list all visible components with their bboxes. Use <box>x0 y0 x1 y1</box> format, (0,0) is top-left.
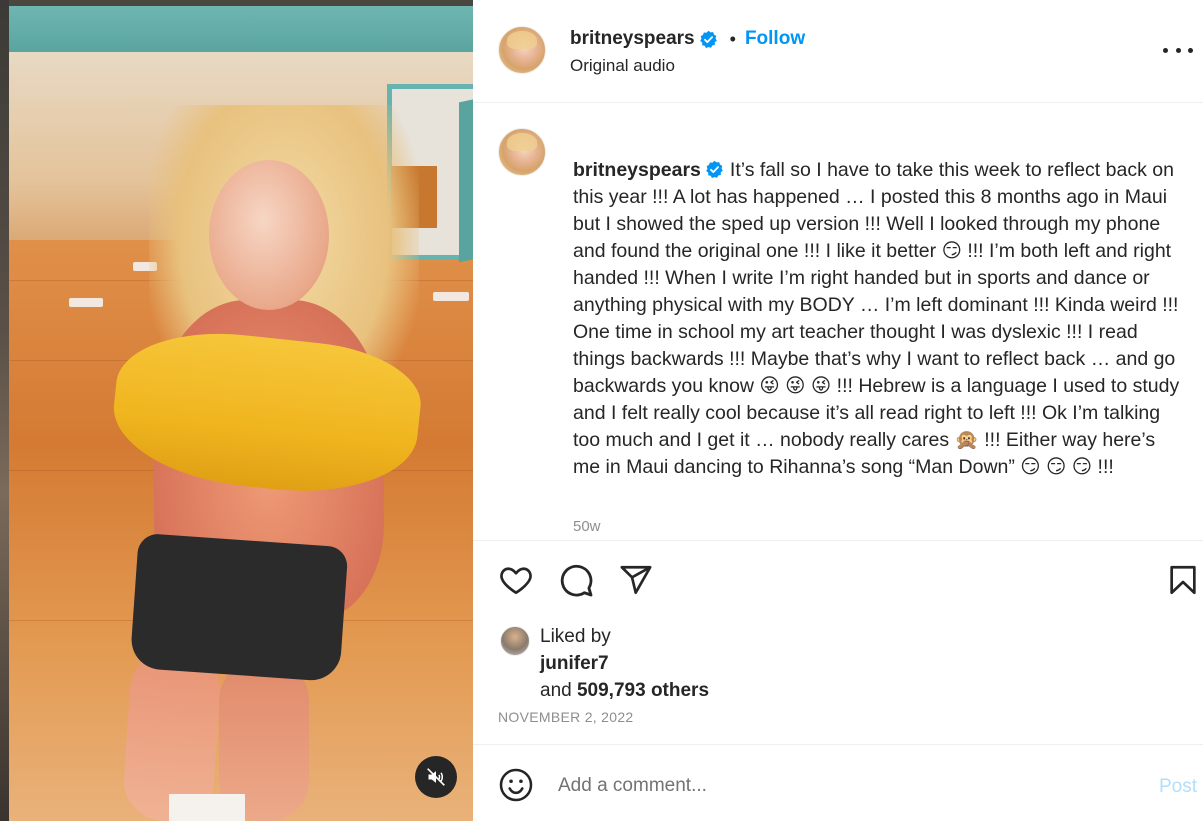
comment-bar: Post <box>473 744 1203 821</box>
like-button[interactable] <box>496 560 536 600</box>
post-date[interactable]: NOVEMBER 2, 2022 <box>498 709 634 725</box>
liked-by-label: Liked by <box>540 626 611 647</box>
more-horizontal-icon <box>1163 47 1168 53</box>
floor-mark <box>433 292 469 301</box>
more-dot <box>1175 47 1181 53</box>
page-backdrop <box>0 0 9 821</box>
likes-others-count[interactable]: 509,793 others <box>577 680 709 701</box>
floor-mark <box>69 298 103 307</box>
comment-icon <box>560 564 593 597</box>
share-icon <box>620 565 652 595</box>
post-details-panel: britneyspears • Follow Original audio br… <box>473 0 1203 821</box>
video-door <box>459 97 473 263</box>
video-person-face <box>209 160 329 310</box>
post-header-row: britneyspears • Follow <box>570 27 805 51</box>
caption-text: It’s fall so I have to take this week to… <box>573 159 1180 478</box>
caption-section: britneyspears It’s fall so I have to tak… <box>473 104 1203 541</box>
liked-by-username[interactable]: junifer7 <box>540 653 609 675</box>
muted-speaker-icon <box>427 768 445 786</box>
video-person-shorts <box>129 532 349 683</box>
likes-and-label: and <box>540 680 572 701</box>
follow-button[interactable]: Follow <box>745 28 805 50</box>
comment-button[interactable] <box>556 560 596 600</box>
likes-others: and 509,793 others <box>540 680 709 702</box>
post-age[interactable]: 50w <box>573 518 601 535</box>
video-floor-paper <box>169 794 245 821</box>
share-button[interactable] <box>616 560 656 600</box>
caption-username[interactable]: britneyspears <box>573 159 701 181</box>
caption-author-avatar[interactable] <box>498 128 546 176</box>
more-options-button[interactable] <box>1163 40 1193 60</box>
more-dot <box>1188 47 1193 53</box>
verified-badge-icon <box>705 160 724 179</box>
post-header: britneyspears • Follow Original audio <box>473 0 1203 103</box>
emoji-button[interactable] <box>498 767 534 803</box>
heart-icon <box>500 567 532 595</box>
emoji-smile-icon <box>499 768 533 802</box>
verified-badge-icon <box>699 30 718 49</box>
author-username[interactable]: britneyspears <box>570 28 695 50</box>
caption: britneyspears It’s fall so I have to tak… <box>573 130 1185 481</box>
post-comment-button[interactable]: Post <box>1159 776 1197 798</box>
audio-link[interactable]: Original audio <box>570 56 675 76</box>
bookmark-icon <box>1170 565 1196 595</box>
header-separator: • <box>729 28 736 49</box>
action-bar <box>473 560 1203 604</box>
author-avatar[interactable] <box>498 26 546 74</box>
post-video[interactable] <box>9 0 473 821</box>
liker-avatar[interactable] <box>500 626 530 656</box>
save-button[interactable] <box>1163 560 1203 600</box>
video-wall-trim <box>9 6 473 52</box>
comment-input[interactable] <box>558 771 1118 801</box>
mute-button[interactable] <box>415 756 457 798</box>
